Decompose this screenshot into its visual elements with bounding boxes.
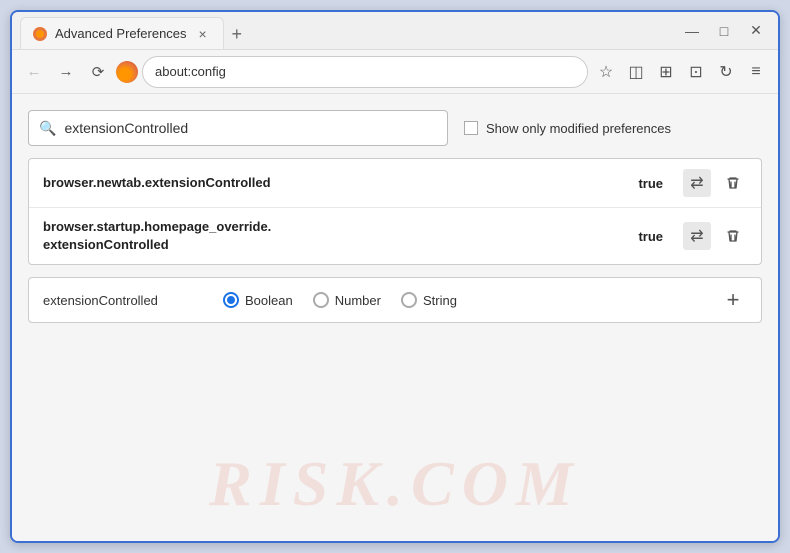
extension-button[interactable]: ⊞ — [652, 58, 680, 86]
swap-button-2[interactable]: ⇄ — [683, 222, 711, 250]
new-tab-button[interactable]: + — [224, 20, 251, 49]
search-input[interactable] — [64, 120, 437, 136]
download-button[interactable]: ⊡ — [682, 58, 710, 86]
swap-button-1[interactable]: ⇄ — [683, 169, 711, 197]
tab-favicon — [33, 27, 47, 41]
show-modified-row: Show only modified preferences — [464, 121, 671, 136]
bookmark-button[interactable]: ☆ — [592, 58, 620, 86]
radio-boolean-label: Boolean — [245, 293, 293, 308]
active-tab[interactable]: Advanced Preferences × — [20, 17, 224, 49]
result-name-2: browser.startup.homepage_override.extens… — [43, 218, 626, 254]
search-icon: 🔍 — [39, 120, 56, 137]
address-text: about:config — [155, 64, 226, 79]
search-row: 🔍 Show only modified preferences — [28, 110, 762, 146]
firefox-logo — [116, 61, 138, 83]
table-row: browser.startup.homepage_override.extens… — [29, 208, 761, 264]
forward-button[interactable]: → — [52, 58, 80, 86]
watermark: RISK.COM — [209, 447, 581, 521]
search-box: 🔍 — [28, 110, 448, 146]
minimize-button[interactable]: — — [678, 17, 706, 45]
result-actions-2: ⇄ — [683, 222, 747, 250]
browser-window: Advanced Preferences × + — □ ✕ ← → ⟳ abo… — [10, 10, 780, 543]
table-row: browser.newtab.extensionControlled true … — [29, 159, 761, 208]
show-modified-checkbox[interactable] — [464, 121, 478, 135]
radio-boolean[interactable]: Boolean — [223, 292, 293, 308]
add-label: extensionControlled — [43, 293, 203, 308]
sync-button[interactable]: ↻ — [712, 58, 740, 86]
result-value-2: true — [638, 229, 663, 244]
window-controls: — □ ✕ — [678, 17, 770, 45]
tab-title: Advanced Preferences — [55, 26, 187, 41]
tab-group: Advanced Preferences × + — [20, 12, 666, 49]
radio-boolean-outer — [223, 292, 239, 308]
radio-string[interactable]: String — [401, 292, 457, 308]
radio-group: Boolean Number String — [223, 292, 699, 308]
radio-string-label: String — [423, 293, 457, 308]
delete-button-1[interactable] — [719, 169, 747, 197]
radio-number[interactable]: Number — [313, 292, 381, 308]
delete-button-2[interactable] — [719, 222, 747, 250]
nav-bar: ← → ⟳ about:config ☆ ◫ ⊞ ⊡ ↻ ≡ — [12, 50, 778, 94]
radio-number-outer — [313, 292, 329, 308]
menu-button[interactable]: ≡ — [742, 58, 770, 86]
results-table: browser.newtab.extensionControlled true … — [28, 158, 762, 265]
content-area: RISK.COM 🔍 Show only modified preference… — [12, 94, 778, 541]
close-button[interactable]: ✕ — [742, 17, 770, 45]
radio-number-label: Number — [335, 293, 381, 308]
result-actions-1: ⇄ — [683, 169, 747, 197]
result-name-1: browser.newtab.extensionControlled — [43, 174, 626, 192]
maximize-button[interactable]: □ — [710, 17, 738, 45]
radio-string-outer — [401, 292, 417, 308]
nav-icons: ☆ ◫ ⊞ ⊡ ↻ ≡ — [592, 58, 770, 86]
back-button[interactable]: ← — [20, 58, 48, 86]
tab-close-button[interactable]: × — [195, 26, 211, 42]
pocket-button[interactable]: ◫ — [622, 58, 650, 86]
result-value-1: true — [638, 176, 663, 191]
title-bar: Advanced Preferences × + — □ ✕ — [12, 12, 778, 50]
reload-button[interactable]: ⟳ — [84, 58, 112, 86]
address-bar[interactable]: about:config — [142, 56, 588, 88]
show-modified-label: Show only modified preferences — [486, 121, 671, 136]
add-row: extensionControlled Boolean Number — [28, 277, 762, 323]
radio-boolean-inner — [227, 296, 235, 304]
add-plus-button[interactable]: + — [719, 286, 747, 314]
